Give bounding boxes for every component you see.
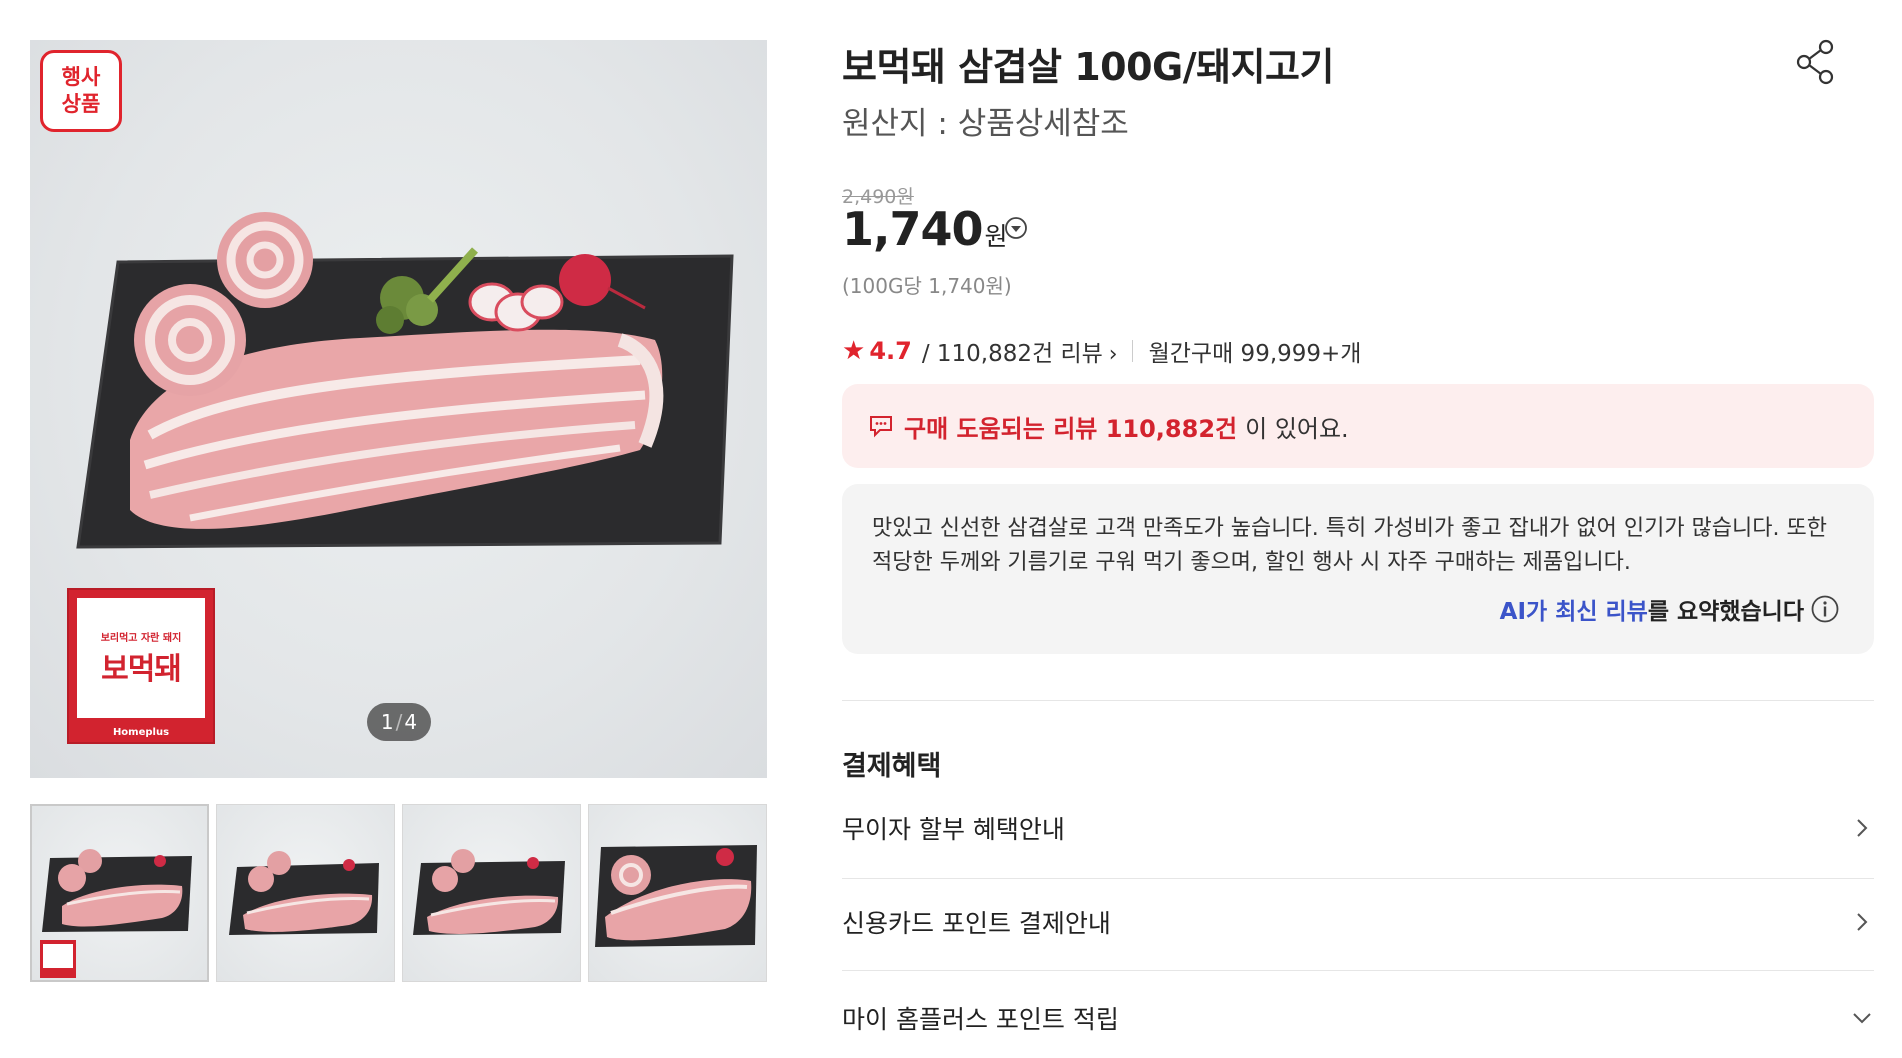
brand-logo: 보리먹고 자란 돼지 보먹돼 Homeplus [67,588,215,744]
review-count: / 110,882건 리뷰 [921,341,1103,367]
product-title: 보먹돼 삼겹살 100G/돼지고기 [842,45,1334,89]
helpful-review-suffix: 이 있어요. [1245,414,1349,443]
thumbnail-strip [30,804,767,982]
thumbnail-2-image [229,851,379,935]
benefit-homeplus-point[interactable]: 마이 홈플러스 포인트 적립 [842,988,1874,1048]
main-product-image[interactable]: 행사 상품 보리먹고 자란 돼지 보먹돼 Homeplus 1 / 4 [30,40,767,778]
thumbnail-1[interactable] [30,804,209,982]
thumbnail-3-image [413,849,565,935]
star-icon: ★ [842,336,866,366]
chevron-down-circle-icon [1005,217,1027,239]
menu-divider [842,970,1874,971]
ai-summary-text: 맛있고 신선한 삼겹살로 고객 만족도가 높습니다. 특히 가성비가 좋고 잡내… [872,516,1827,575]
brand-tagline: 보리먹고 자란 돼지 [100,632,182,644]
event-badge-line2: 상품 [61,92,101,116]
review-count-link[interactable]: / 110,882건 리뷰 › [922,334,1118,368]
sale-price-value: 1,740 [842,202,984,256]
sale-price: 1,740 원 [842,202,1008,256]
chevron-right-icon: › [1108,342,1118,367]
image-counter: 1 / 4 [367,703,431,741]
event-badge-line1: 행사 [61,65,101,89]
info-icon[interactable] [1810,594,1840,624]
chevron-right-icon [1857,913,1868,931]
benefit-label: 마이 홈플러스 포인트 적립 [842,1005,1119,1034]
unit-price: (100G당 1,740원) [842,274,1012,298]
ai-credit-label: AI가 최신 리뷰 [1499,599,1648,625]
brand-name: 보먹돼 [101,651,182,687]
benefit-label: 무이자 할부 혜택안내 [842,815,1065,844]
ai-credit-suffix: 를 요약했습니다 [1647,599,1804,625]
ai-summary-credit: AI가 최신 리뷰 를 요약했습니다 [1500,592,1840,626]
section-divider [842,700,1874,701]
counter-total: 4 [404,710,418,734]
thumbnail-1-image [40,849,192,978]
ai-review-summary: 맛있고 신선한 삼겹살로 고객 만족도가 높습니다. 특히 가성비가 좋고 잡내… [842,484,1874,654]
thumbnail-4[interactable] [588,804,767,982]
thumbnail-3[interactable] [402,804,581,982]
helpful-review-highlight: 구매 도움되는 리뷰 110,882건 [904,414,1238,443]
rating-score: 4.7 [869,337,912,365]
helpful-review-banner[interactable]: 구매 도움되는 리뷰 110,882건 이 있어요. [842,384,1874,468]
benefit-interest-free[interactable]: 무이자 할부 혜택안내 [842,798,1874,858]
chat-bubble-icon [870,416,892,438]
menu-divider [842,878,1874,879]
benefit-card-point[interactable]: 신용카드 포인트 결제안내 [842,892,1874,952]
thumbnail-2[interactable] [216,804,395,982]
thumbnail-4-image [595,845,757,947]
counter-separator: / [395,710,403,734]
chevron-down-icon [1853,1013,1871,1024]
benefits-title: 결제혜택 [842,751,942,782]
event-product-badge: 행사 상품 [40,50,122,132]
counter-current: 1 [380,710,394,734]
chevron-right-icon [1857,819,1868,837]
rating-divider [1131,340,1133,362]
share-icon [1796,39,1834,85]
monthly-purchase: 월간구매 99,999+개 [1148,341,1362,367]
brand-homeplus: Homeplus [112,727,170,738]
benefit-label: 신용카드 포인트 결제안내 [842,909,1111,938]
brand-logo-inner: 보리먹고 자란 돼지 보먹돼 [77,598,205,718]
rating-row: ★ 4.7 / 110,882건 리뷰 › 월간구매 99,999+개 [842,334,1361,368]
price-detail-button[interactable] [1004,216,1028,240]
share-button[interactable] [1794,38,1838,86]
product-origin: 원산지 : 상품상세참조 [842,106,1129,142]
